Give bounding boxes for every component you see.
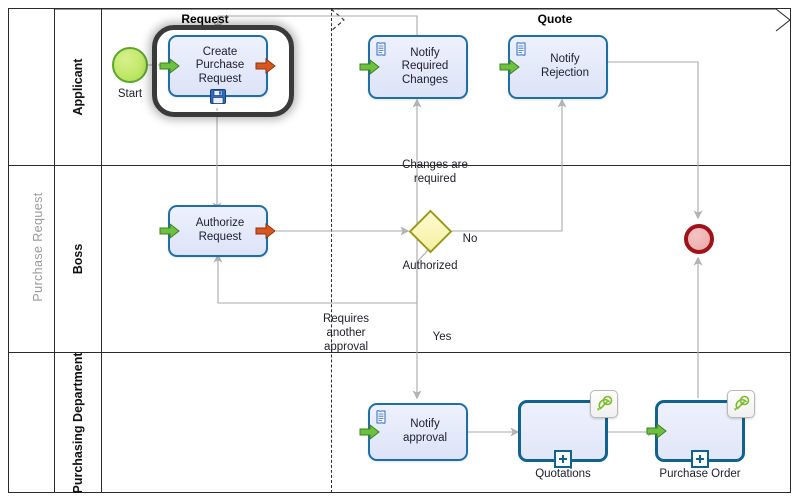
expand-subprocess-icon[interactable] (554, 450, 572, 468)
lane-label-applicant: Applicant (70, 58, 85, 115)
hyperlink-icon[interactable] (590, 390, 618, 418)
outbound-arrow-icon (255, 57, 277, 75)
hyperlink-icon[interactable] (727, 390, 755, 418)
task-create-purchase-request-label: Create Purchase Request (195, 45, 245, 85)
pool-label: Purchase Request (31, 192, 45, 302)
inbound-arrow-icon (359, 423, 381, 441)
gateway-diamond-icon (408, 209, 452, 253)
task-notify-approval-label: Notify approval (402, 418, 448, 444)
lane-label-boss: Boss (70, 243, 85, 274)
task-authorize-request[interactable]: Authorize Request (159, 205, 276, 257)
flow-label-yes: Yes (432, 331, 452, 343)
lane-label-purchasing-department: Purchasing Department (70, 351, 85, 494)
flow-label-no: No (462, 233, 478, 245)
phase-title-request: Request (181, 12, 229, 26)
task-notify-required-changes[interactable]: Notify Required Changes (359, 35, 468, 99)
flow-label-changes-required: Changes are required (402, 159, 468, 185)
lane-label-band-boss[interactable]: Boss (55, 165, 102, 352)
phase-divider (331, 8, 332, 493)
task-notify-rejection[interactable]: Notify Rejection (499, 35, 608, 99)
lane-label-band-purchasing[interactable]: Purchasing Department (55, 352, 102, 493)
inbound-arrow-icon (159, 222, 181, 240)
pool-label-band: Purchase Request (8, 8, 55, 493)
lane-separator-2 (8, 352, 791, 353)
subprocess-quotations-label: Quotations (535, 468, 591, 480)
save-icon[interactable] (210, 89, 226, 104)
task-create-purchase-request[interactable]: Create Purchase Request (159, 35, 276, 97)
inbound-arrow-icon (646, 422, 668, 440)
start-event[interactable] (112, 47, 148, 83)
subprocess-purchase-order[interactable] (646, 390, 755, 468)
expand-subprocess-icon[interactable] (691, 450, 709, 468)
phase-break-chevron (325, 8, 349, 37)
gateway-authorized-label: Authorized (402, 260, 458, 272)
inbound-arrow-icon (499, 58, 521, 76)
subprocess-quotations[interactable] (518, 390, 618, 468)
flow-label-requires-another-approval: Requires another approval (322, 313, 370, 353)
outbound-arrow-icon (255, 222, 277, 240)
inbound-arrow-icon (159, 57, 181, 75)
subprocess-purchase-order-label: Purchase Order (659, 468, 741, 480)
bpmn-canvas: Purchase Request Applicant Boss Purchasi… (0, 0, 800, 502)
task-authorize-request-label: Authorize Request (195, 217, 245, 243)
end-event[interactable] (684, 224, 714, 254)
task-notify-approval[interactable]: Notify approval (359, 403, 468, 461)
inbound-arrow-icon (359, 58, 381, 76)
task-notify-rejection-label: Notify Rejection (541, 53, 589, 79)
task-notify-required-changes-label: Notify Required Changes (401, 46, 449, 86)
gateway-authorized[interactable] (408, 209, 452, 253)
phase-title-quote: Quote (537, 12, 573, 26)
